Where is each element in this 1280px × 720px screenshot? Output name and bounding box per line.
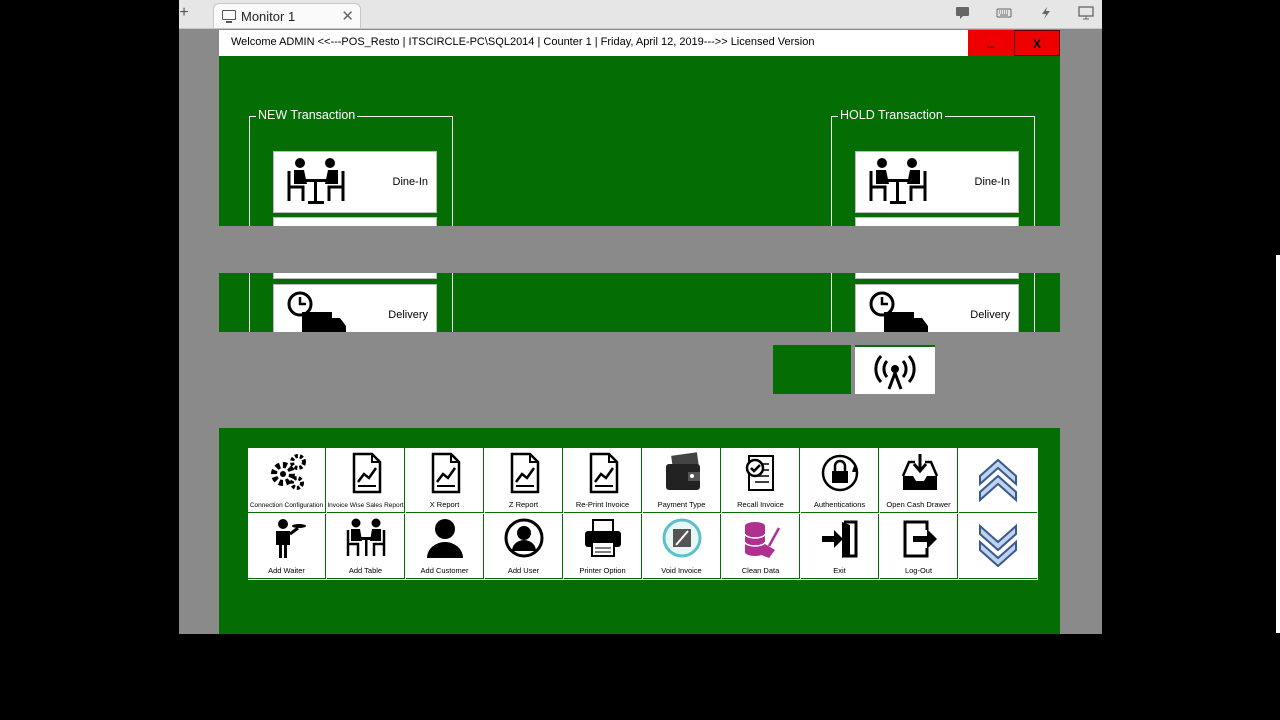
customer-icon bbox=[427, 519, 463, 558]
void-icon bbox=[662, 518, 702, 558]
lock-icon bbox=[821, 454, 859, 492]
group-title: NEW Transaction bbox=[256, 108, 358, 122]
pos-window: Welcome ADMIN <<---POS_Resto | ITSCIRCLE… bbox=[219, 30, 1060, 634]
toolbar-label: Add Table bbox=[348, 566, 383, 575]
report-icon bbox=[352, 452, 382, 494]
chat-icon[interactable] bbox=[955, 6, 971, 20]
group-title: HOLD Transaction bbox=[838, 108, 945, 122]
dine-in-icon bbox=[869, 158, 927, 204]
connection-configuration-button[interactable]: Connection Configuration bbox=[248, 448, 326, 513]
waiter-icon bbox=[276, 519, 306, 558]
x-report-button[interactable]: X Report bbox=[406, 448, 484, 513]
authentications-button[interactable]: Authentications bbox=[801, 448, 879, 513]
tab-bar: + Monitor 1 ✕ bbox=[179, 0, 1102, 29]
chevron-down-scroll-button[interactable] bbox=[959, 514, 1037, 579]
user-icon bbox=[504, 518, 544, 558]
toolbar-label: Add User bbox=[507, 566, 540, 575]
invoice-wise-sales-report-button[interactable]: Invoice Wise Sales Report bbox=[327, 448, 405, 513]
minimize-button[interactable]: _ bbox=[968, 30, 1014, 56]
add-customer-button[interactable]: Add Customer bbox=[406, 514, 484, 579]
open-cash-drawer-button[interactable]: Open Cash Drawer bbox=[880, 448, 958, 513]
toolbar-label: Z Report bbox=[508, 500, 539, 509]
tab-close-button[interactable]: ✕ bbox=[341, 7, 354, 25]
toolbar-label: Payment Type bbox=[657, 500, 706, 509]
toolbar-label: Printer Option bbox=[579, 566, 626, 575]
void-invoice-button[interactable]: Void Invoice bbox=[643, 514, 721, 579]
report-icon bbox=[589, 452, 619, 494]
recall-icon bbox=[745, 455, 774, 491]
edge-strip bbox=[1276, 255, 1280, 633]
z-report-button[interactable]: Z Report bbox=[485, 448, 563, 513]
toolbar-label: Open Cash Drawer bbox=[886, 500, 951, 509]
delivery-label: Delivery bbox=[970, 309, 1010, 321]
new-dine-in-button[interactable]: Dine-In bbox=[273, 151, 437, 213]
chevron-up-icon bbox=[979, 458, 1017, 503]
drawer-icon bbox=[901, 454, 939, 490]
chevron-down-icon bbox=[979, 523, 1017, 568]
log-out-button[interactable]: Log-Out bbox=[880, 514, 958, 579]
toolbar-label: Clean Data bbox=[741, 566, 780, 575]
tab-monitor-1[interactable]: Monitor 1 ✕ bbox=[213, 3, 361, 28]
payment-type-button[interactable]: Payment Type bbox=[643, 448, 721, 513]
dine-in-icon bbox=[287, 158, 345, 204]
toolbar-label: Add Customer bbox=[420, 566, 469, 575]
status-panel bbox=[773, 345, 851, 394]
broadcast-icon bbox=[874, 354, 916, 390]
tab-label: Monitor 1 bbox=[241, 9, 296, 24]
recall-invoice-button[interactable]: Recall Invoice bbox=[722, 448, 800, 513]
toolbar-label: Recall Invoice bbox=[737, 500, 784, 509]
clean-icon bbox=[744, 522, 781, 558]
printer-icon bbox=[585, 519, 621, 557]
exit-icon bbox=[822, 520, 858, 558]
toolbar-label: Add Waiter bbox=[268, 566, 305, 575]
toolbar-label: Log-Out bbox=[904, 566, 933, 575]
lightning-icon[interactable] bbox=[1038, 6, 1054, 20]
re-print-invoice-button[interactable]: Re-Print Invoice bbox=[564, 448, 642, 513]
connection-status-button[interactable] bbox=[855, 345, 935, 394]
redacted-band bbox=[219, 226, 1060, 273]
exit-button[interactable]: Exit bbox=[801, 514, 879, 579]
toolbar-label: Authentications bbox=[813, 500, 866, 509]
toolbar-label: Void Invoice bbox=[661, 566, 702, 575]
printer-option-button[interactable]: Printer Option bbox=[564, 514, 642, 579]
report-icon bbox=[510, 452, 540, 494]
toolbar-label: Connection Configuration bbox=[249, 502, 324, 509]
add-table-button[interactable]: Add Table bbox=[327, 514, 405, 579]
toolbar-label: Re-Print Invoice bbox=[575, 500, 630, 509]
add-waiter-button[interactable]: Add Waiter bbox=[248, 514, 326, 579]
dine-in-label: Dine-In bbox=[392, 176, 428, 188]
function-toolbar: Connection Configuration Invoice Wise Sal… bbox=[248, 448, 1038, 580]
hold-dine-in-button[interactable]: Dine-In bbox=[855, 151, 1019, 213]
keyboard-icon[interactable] bbox=[996, 6, 1012, 20]
dine-in-label: Dine-In bbox=[974, 176, 1010, 188]
wallet-icon bbox=[666, 452, 700, 490]
remote-viewer: + Monitor 1 ✕ Welcome ADMIN <<---POS_Res… bbox=[179, 0, 1102, 634]
close-button[interactable]: X bbox=[1014, 30, 1060, 56]
logout-icon bbox=[903, 520, 937, 558]
window-titlebar: Welcome ADMIN <<---POS_Resto | ITSCIRCLE… bbox=[219, 30, 1060, 56]
new-tab-button[interactable]: + bbox=[177, 4, 191, 22]
delivery-label: Delivery bbox=[388, 309, 428, 321]
toolbar-label: Exit bbox=[833, 566, 846, 575]
clean-data-button[interactable]: Clean Data bbox=[722, 514, 800, 579]
monitor-icon bbox=[222, 10, 236, 23]
table-icon bbox=[346, 518, 386, 556]
window-title: Welcome ADMIN <<---POS_Resto | ITSCIRCLE… bbox=[231, 36, 815, 48]
screen-icon[interactable] bbox=[1078, 6, 1094, 20]
chevron-up-scroll-button[interactable] bbox=[959, 448, 1037, 513]
gears-icon bbox=[271, 454, 306, 490]
report-icon bbox=[431, 452, 461, 494]
toolbar-label: X Report bbox=[429, 500, 460, 509]
add-user-button[interactable]: Add User bbox=[485, 514, 563, 579]
toolbar-label: Invoice Wise Sales Report bbox=[327, 502, 404, 509]
